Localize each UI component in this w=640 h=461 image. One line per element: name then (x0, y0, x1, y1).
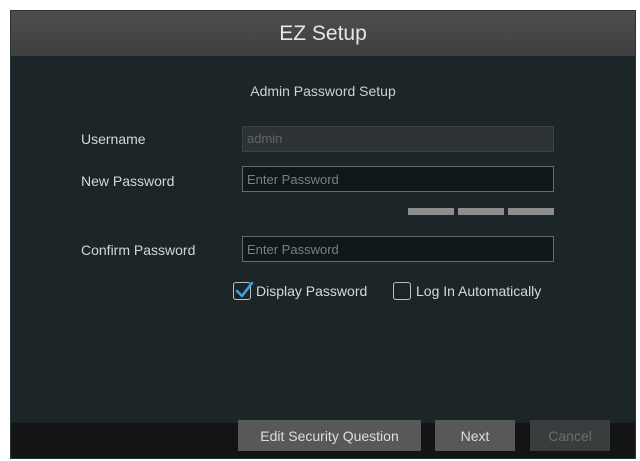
next-button[interactable]: Next (435, 420, 515, 451)
ez-setup-dialog: EZ Setup Admin Password Setup Username a… (10, 10, 636, 459)
new-password-label: New Password (81, 173, 175, 189)
window-title: EZ Setup (11, 11, 635, 56)
display-password-checkbox[interactable] (233, 281, 254, 300)
log-in-automatically-checkbox[interactable] (393, 282, 411, 300)
section-title: Admin Password Setup (250, 83, 396, 99)
new-password-input[interactable] (242, 166, 554, 192)
cancel-button[interactable]: Cancel (530, 420, 610, 451)
log-in-automatically-option[interactable]: Log In Automatically (393, 281, 541, 301)
password-strength-bar-1 (408, 208, 454, 215)
display-password-label: Display Password (256, 283, 368, 299)
username-label: Username (81, 131, 146, 147)
edit-security-question-button[interactable]: Edit Security Question (238, 420, 421, 451)
display-password-option[interactable]: Display Password (233, 281, 367, 301)
checkmark-icon (235, 281, 254, 298)
confirm-password-input[interactable] (242, 236, 554, 262)
username-field: admin (242, 126, 554, 152)
log-in-automatically-label: Log In Automatically (416, 283, 542, 299)
password-strength-bar-2 (458, 208, 504, 215)
password-strength-bar-3 (508, 208, 554, 215)
confirm-password-label: Confirm Password (81, 242, 196, 258)
